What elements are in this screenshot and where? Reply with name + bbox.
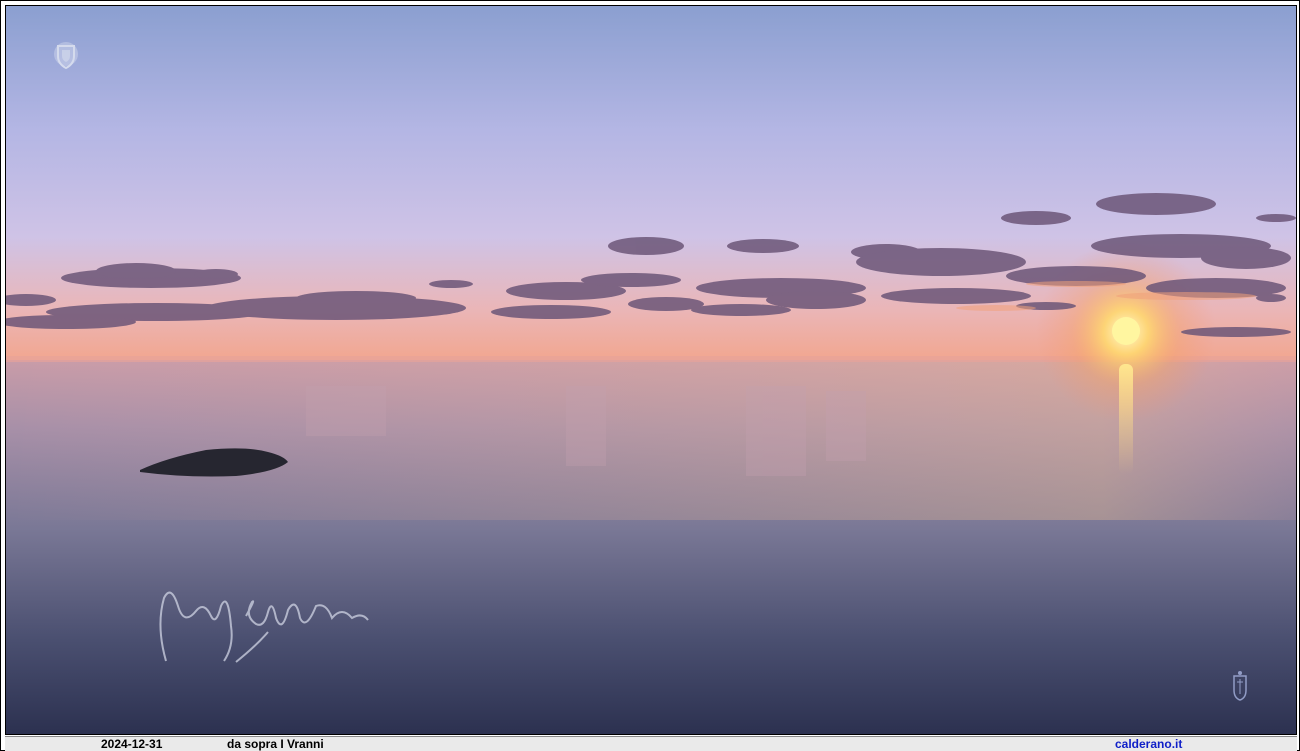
sun-reflection [1119,364,1133,474]
site-link[interactable]: calderano.it [1115,737,1182,751]
photo [5,5,1297,735]
caption-bar: 2024-12-31 da sopra I Vranni calderano.i… [5,736,1297,751]
sun [1112,317,1140,345]
sunset-photo [6,6,1296,734]
photo-location: da sopra I Vranni [227,737,324,751]
photo-frame: 2024-12-31 da sopra I Vranni calderano.i… [0,0,1300,751]
photo-date: 2024-12-31 [101,737,163,751]
